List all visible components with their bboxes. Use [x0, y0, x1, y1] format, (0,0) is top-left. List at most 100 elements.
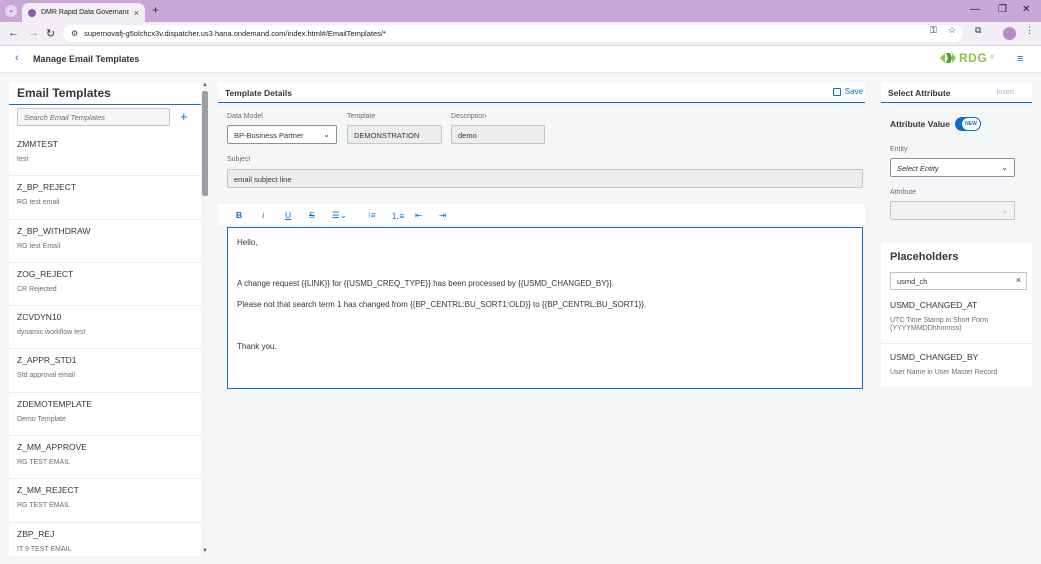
list-item[interactable]: ZCVDYN10 dynamic workflow test — [9, 306, 201, 350]
close-tab-icon[interactable]: × — [134, 8, 139, 18]
clear-search-icon[interactable]: × — [1016, 275, 1021, 285]
outdent-icon[interactable]: ⇤ — [415, 210, 422, 221]
entity-label: Entity — [890, 146, 908, 153]
tab-title: DMR Rapid Data Governance — [41, 9, 129, 16]
url-text: supernovafj-g5olchcx3v.dispatcher.us3.ha… — [84, 29, 386, 38]
list-item[interactable]: Z_BP_WITHDRAW RG test Email — [9, 220, 201, 263]
template-name: ZMMTEST — [17, 139, 59, 149]
template-desc: RG TEST EMAIL — [17, 502, 71, 510]
template-field[interactable]: DEMONSTRATION — [347, 125, 442, 144]
template-desc: CR Rejected — [17, 285, 57, 293]
body-line: Please not that search term 1 has change… — [237, 300, 647, 309]
select-attribute-title: Select Attribute — [888, 88, 951, 98]
browser-tab[interactable]: DMR Rapid Data Governance × — [22, 3, 145, 22]
data-model-select[interactable]: BP-Business Partner ⌄ — [227, 125, 337, 144]
chevron-down-icon: ⌄ — [1001, 206, 1008, 215]
tab-search-icon[interactable]: ⌄ — [5, 5, 17, 17]
placeholder-name: USMD_CHANGED_BY — [890, 352, 979, 362]
list-item[interactable]: ZOG_REJECT CR Rejected — [9, 263, 201, 307]
rich-text-toolbar: B i U S ☰⌄ ⁝≡ ⒈≡ ⇤ ⇥ — [218, 204, 865, 226]
list-item[interactable]: Z_MM_APPROVE RG TEST EMAIL — [9, 436, 201, 480]
template-name: Z_MM_REJECT — [17, 485, 79, 496]
list-item[interactable]: ZMMTEST test — [9, 133, 201, 177]
hamburger-menu-icon[interactable]: ≡ — [1017, 53, 1023, 65]
data-model-value: BP-Business Partner — [234, 131, 304, 140]
placeholder-desc: User Name in User Master Record — [890, 369, 998, 376]
scroll-up-icon[interactable]: ▲ — [202, 82, 208, 88]
scrollbar-thumb[interactable] — [202, 91, 208, 196]
bookmark-star-icon[interactable]: ☆ — [948, 25, 956, 36]
align-dropdown-icon[interactable]: ☰⌄ — [332, 210, 347, 221]
template-name: Z_APPR_STD1 — [17, 355, 77, 366]
template-desc: RG test email — [17, 199, 60, 207]
bullet-list-icon[interactable]: ⁝≡ — [368, 210, 376, 221]
search-templates-input[interactable]: Search Email Templates — [17, 108, 170, 126]
template-name: Z_BP_REJECT — [17, 182, 77, 193]
template-desc: RG test Email — [17, 242, 61, 250]
attribute-value-toggle[interactable]: NEW — [955, 117, 981, 131]
save-button[interactable]: Save — [832, 87, 863, 96]
list-item[interactable]: Z_BP_REJECT RG test email — [9, 176, 201, 220]
strikethrough-icon[interactable]: S — [309, 210, 315, 220]
back-icon[interactable]: ← — [8, 27, 19, 39]
template-desc: IT 9 TEST EMAIL — [17, 545, 72, 553]
scroll-down-icon[interactable]: ▼ — [202, 548, 208, 554]
template-name: Z_BP_WITHDRAW — [17, 225, 91, 236]
back-arrow-icon[interactable]: ‹ — [15, 52, 19, 64]
placeholder-search-value: usmd_ch — [897, 277, 928, 286]
password-key-icon[interactable]: ⚿ — [930, 25, 937, 36]
bold-icon[interactable]: B — [236, 210, 242, 220]
email-templates-title: Email Templates — [17, 86, 111, 100]
list-item[interactable]: Z_MM_REJECT RG TEST EMAIL — [9, 479, 201, 523]
indent-icon[interactable]: ⇥ — [439, 210, 446, 221]
site-info-icon[interactable]: ⚙ — [71, 29, 78, 38]
logo-text: RDG — [959, 51, 988, 65]
list-item[interactable]: ZBP_REJ IT 9 TEST EMAIL — [9, 523, 201, 556]
underline-icon[interactable]: U — [285, 210, 291, 220]
list-item[interactable]: Z_APPR_STD1 Std approval email — [9, 349, 201, 393]
numbered-list-icon[interactable]: ⒈≡ — [391, 210, 404, 222]
forward-icon[interactable]: → — [28, 27, 39, 39]
restore-icon[interactable]: ❐ — [998, 4, 1007, 15]
placeholder-item[interactable]: USMD_CHANGED_BY User Name in User Master… — [881, 352, 1032, 387]
attribute-select[interactable]: ⌄ — [890, 201, 1015, 220]
add-template-icon[interactable]: + — [180, 109, 188, 124]
subject-label: Subject — [227, 156, 251, 163]
save-label: Save — [844, 87, 863, 96]
template-details-panel: Template Details Save Data Model BP-Busi… — [218, 82, 865, 398]
url-field[interactable]: ⚙ supernovafj-g5olchcx3v.dispatcher.us3.… — [63, 25, 963, 42]
data-model-label: Data Model — [227, 113, 263, 120]
menu-dots-icon[interactable]: ⋮ — [1025, 25, 1034, 36]
select-attribute-header: Select Attribute Insert — [881, 82, 1032, 103]
favicon-icon — [28, 8, 36, 17]
description-field[interactable]: demo — [451, 125, 545, 144]
attribute-value-label: Attribute Value — [890, 119, 950, 129]
email-body-editor[interactable]: Hello, A change request {{LINK}} for {{U… — [227, 227, 863, 389]
entity-select[interactable]: Select Entity ⌄ — [890, 158, 1015, 177]
description-label: Description — [451, 113, 487, 120]
close-window-icon[interactable]: ✕ — [1022, 4, 1030, 15]
placeholder-item[interactable]: USMD_CHANGED_AT UTC Time Stamp in Short … — [881, 300, 1032, 344]
profile-avatar[interactable] — [1003, 27, 1016, 40]
chevron-down-icon: ⌄ — [323, 130, 330, 139]
body-line: A change request {{LINK}} for {{USMD_CRE… — [237, 279, 615, 288]
italic-icon[interactable]: i — [262, 210, 264, 220]
subject-field[interactable]: email subject line — [227, 169, 863, 188]
minimize-icon[interactable]: — — [970, 4, 980, 15]
list-item[interactable]: ZDEMOTEMPLATE Demo Template — [9, 393, 201, 437]
chevron-down-icon: ⌄ — [1001, 163, 1008, 172]
template-list-scrollbar[interactable]: ▲ ▼ — [202, 82, 208, 556]
insert-button[interactable]: Insert — [996, 89, 1014, 96]
placeholder-search-input[interactable]: usmd_ch × — [890, 272, 1027, 290]
template-list: ZMMTEST test Z_BP_REJECT RG test email Z_BP_… — [9, 133, 201, 556]
placeholders-panel: Placeholders usmd_ch × USMD_CHANGED_AT U… — [881, 243, 1032, 387]
placeholder-desc: UTC Time Stamp in Short Form (YYYYMMDDhh… — [890, 317, 989, 332]
template-desc: RG TEST EMAIL — [17, 459, 71, 467]
new-tab-icon[interactable]: + — [152, 3, 159, 17]
reload-icon[interactable]: ↻ — [46, 27, 55, 40]
placeholders-title: Placeholders — [890, 251, 959, 263]
template-name: ZBP_REJ — [17, 528, 55, 539]
entity-placeholder: Select Entity — [897, 164, 939, 173]
extensions-icon[interactable]: ⧉ — [975, 25, 981, 36]
rdg-logo: RDG ® — [940, 51, 994, 65]
